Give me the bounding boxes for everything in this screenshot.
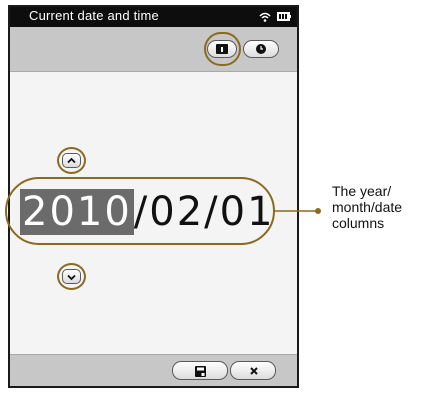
callout-label: The year/ month/date columns — [332, 183, 402, 231]
callout-label-line2: month/date — [332, 199, 403, 215]
callout-dot — [315, 208, 321, 214]
date-columns-highlight — [5, 177, 275, 245]
callout-label-line1: The year/ — [332, 183, 392, 199]
callout-label-line3: columns — [332, 215, 385, 231]
